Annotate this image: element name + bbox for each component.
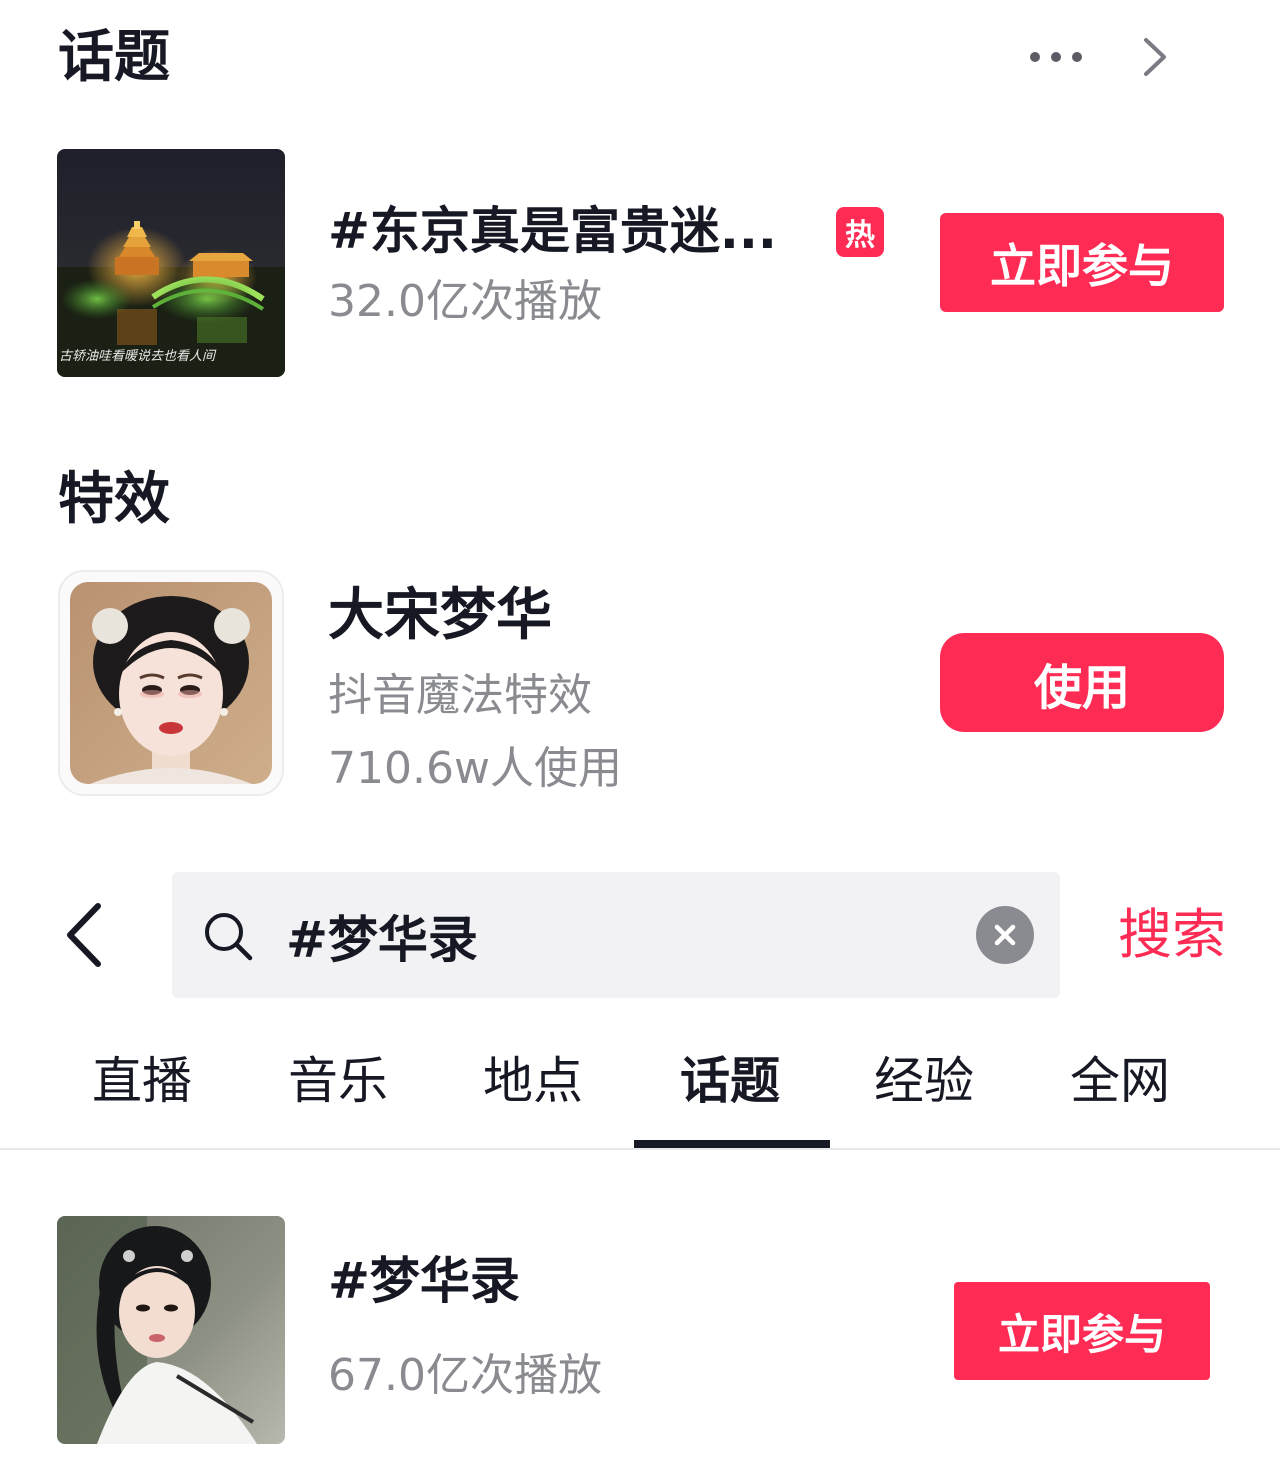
result-thumbnail[interactable]: [57, 1216, 285, 1444]
clear-icon[interactable]: [976, 906, 1034, 964]
night-pagoda-image: [57, 149, 285, 377]
tab-topics[interactable]: 话题: [680, 1056, 780, 1106]
result-portrait-image: [57, 1216, 285, 1444]
topics-section-title: 话题: [58, 25, 170, 90]
result-play-count: 67.0亿次播放: [328, 1350, 602, 1401]
search-box[interactable]: [172, 872, 1060, 998]
back-arrow-icon[interactable]: [60, 900, 108, 970]
join-topic-button[interactable]: 立即参与: [940, 213, 1224, 312]
topic-thumbnail[interactable]: 古轿油哇看暖说去也看人间: [57, 149, 285, 377]
result-topic-name[interactable]: #梦华录: [328, 1254, 520, 1309]
active-tab-indicator: [634, 1140, 830, 1148]
search-input[interactable]: [286, 908, 986, 964]
search-button[interactable]: 搜索: [1118, 908, 1226, 962]
tab-location[interactable]: 地点: [483, 1056, 583, 1106]
effect-subtitle: 抖音魔法特效: [328, 670, 592, 721]
effect-thumbnail-frame[interactable]: [58, 570, 284, 796]
effect-name[interactable]: 大宋梦华: [328, 585, 552, 647]
hot-badge: 热: [836, 207, 884, 257]
tab-experience[interactable]: 经验: [874, 1056, 974, 1106]
chevron-right-icon[interactable]: [1136, 36, 1172, 78]
topic-play-count: 32.0亿次播放: [328, 276, 602, 327]
tab-all-web[interactable]: 全网: [1070, 1056, 1170, 1106]
effects-section-title: 特效: [58, 467, 170, 532]
effect-portrait-image: [70, 582, 272, 784]
more-dots-icon[interactable]: [1030, 42, 1082, 72]
use-effect-button[interactable]: 使用: [940, 633, 1224, 732]
tabs-divider: [0, 1148, 1280, 1150]
join-result-topic-button[interactable]: 立即参与: [954, 1282, 1210, 1380]
effect-user-count: 710.6w人使用: [328, 743, 622, 794]
search-icon: [205, 913, 253, 961]
thumbnail-caption: 古轿油哇看暖说去也看人间: [59, 349, 216, 364]
tab-music[interactable]: 音乐: [288, 1056, 388, 1106]
topic-name[interactable]: #东京真是富贵迷...: [328, 204, 777, 259]
tab-live[interactable]: 直播: [92, 1056, 192, 1106]
